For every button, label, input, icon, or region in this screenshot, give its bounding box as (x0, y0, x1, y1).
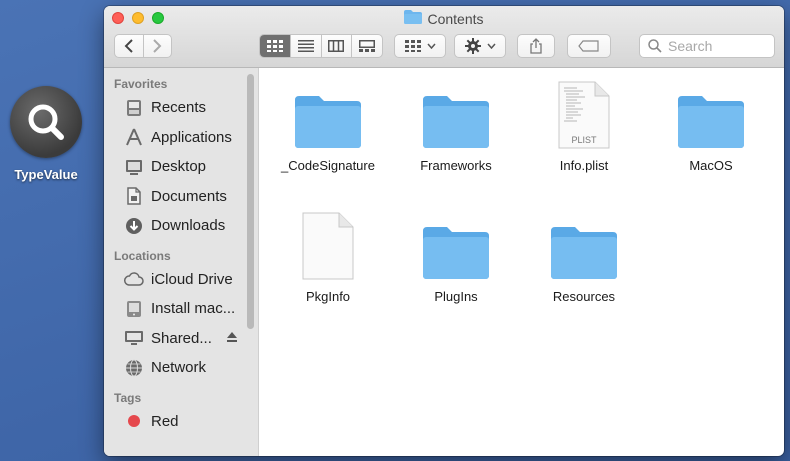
sidebar-item-label: Documents (151, 187, 227, 205)
plist-document-icon: PLIST (557, 80, 611, 150)
file-name: Resources (552, 289, 616, 304)
forward-button[interactable] (142, 35, 172, 57)
sidebar-item-tag-red[interactable]: Red (104, 407, 258, 437)
search-icon (648, 39, 662, 53)
sidebar-item-label: Desktop (151, 158, 207, 176)
column-view-button[interactable] (320, 35, 352, 57)
chevron-down-icon (426, 43, 436, 49)
sidebar-scrollbar[interactable] (247, 74, 254, 329)
file-item-plugins[interactable]: PlugIns (396, 211, 516, 304)
documents-icon (124, 186, 144, 206)
window-title: Contents (104, 10, 784, 27)
file-name: Frameworks (420, 158, 492, 173)
plist-badge: PLIST (571, 135, 597, 145)
magnifier-icon (10, 86, 82, 158)
desktop-icon (124, 157, 144, 177)
file-item-pkginfo[interactable]: PkgInfo (268, 211, 388, 304)
folder-icon (421, 80, 491, 150)
file-item-macos[interactable]: MacOS (651, 80, 771, 173)
file-item-frameworks[interactable]: Frameworks (396, 80, 516, 173)
file-grid: _CodeSignature Frameworks PLIST Info.pli… (259, 68, 784, 456)
file-name: _CodeSignature (281, 158, 375, 173)
chevron-down-icon (486, 43, 496, 49)
gear-icon (464, 38, 481, 54)
sidebar-item-label: Shared... (151, 329, 212, 347)
applications-icon (124, 127, 144, 147)
columns-icon (328, 40, 345, 52)
navigation-buttons (114, 34, 172, 58)
desktop-app-label: TypeValue (14, 167, 78, 182)
gallery-icon (359, 40, 376, 52)
sidebar-item-label: Install mac... (151, 300, 236, 318)
file-item-info-plist[interactable]: PLIST Info.plist (524, 80, 644, 173)
desktop-app-icon[interactable]: TypeValue (6, 86, 86, 182)
file-item-codesignature[interactable]: _CodeSignature (268, 80, 388, 173)
red-tag-dot-icon (124, 411, 144, 431)
sidebar: Favorites Recents Applications Desktop D… (104, 68, 259, 456)
group-grid-icon (404, 40, 421, 52)
gallery-view-button[interactable] (351, 35, 382, 57)
cloud-icon (124, 269, 144, 289)
sidebar-item-label: Recents (151, 99, 207, 117)
sidebar-item-documents[interactable]: Documents (104, 182, 258, 212)
window-body: Favorites Recents Applications Desktop D… (104, 68, 784, 456)
sidebar-item-network[interactable]: Network (104, 353, 258, 383)
chevron-right-icon (153, 39, 162, 53)
file-name: PlugIns (434, 289, 478, 304)
folder-icon (293, 80, 363, 150)
sidebar-item-install-disk[interactable]: Install mac... (104, 294, 258, 324)
file-name: Info.plist (559, 158, 609, 173)
folder-icon (549, 211, 619, 281)
group-button[interactable] (394, 34, 446, 58)
sidebar-item-applications[interactable]: Applications (104, 123, 258, 153)
sidebar-item-downloads[interactable]: Downloads (104, 211, 258, 241)
view-switcher (259, 34, 383, 58)
file-name: PkgInfo (305, 289, 351, 304)
list-view-button[interactable] (289, 35, 321, 57)
file-item-resources[interactable]: Resources (524, 211, 644, 304)
sidebar-item-icloud-drive[interactable]: iCloud Drive (104, 265, 258, 295)
chevron-left-icon (124, 39, 133, 53)
icon-view-button[interactable] (260, 35, 290, 57)
sidebar-header-favorites: Favorites (114, 77, 168, 91)
grid-icon (266, 40, 283, 52)
back-button[interactable] (115, 35, 143, 57)
sidebar-item-label: Downloads (151, 217, 226, 235)
file-name: MacOS (689, 158, 733, 173)
finder-window: Contents Search Favorites Recents Applic… (104, 6, 784, 456)
tag-icon (578, 40, 599, 52)
toolbar: Contents Search (104, 6, 784, 68)
tag-button[interactable] (567, 34, 611, 58)
search-placeholder: Search (668, 38, 713, 54)
sidebar-item-label: Red (151, 412, 179, 430)
disk-icon (124, 299, 144, 319)
sidebar-item-label: iCloud Drive (151, 270, 233, 288)
sidebar-item-recents[interactable]: Recents (104, 93, 258, 123)
recents-icon (124, 98, 144, 118)
display-icon (124, 328, 144, 348)
share-icon (530, 38, 542, 54)
eject-icon[interactable] (226, 331, 237, 345)
window-title-text: Contents (427, 10, 484, 27)
sidebar-header-tags: Tags (114, 390, 142, 405)
sidebar-header-locations: Locations (114, 248, 171, 263)
sidebar-item-label: Applications (151, 128, 232, 146)
network-icon (124, 358, 144, 378)
search-field[interactable]: Search (639, 34, 775, 58)
sidebar-item-shared[interactable]: Shared... (104, 324, 258, 354)
sidebar-item-label: Network (151, 359, 207, 377)
folder-icon (676, 80, 746, 150)
share-button[interactable] (517, 34, 555, 58)
downloads-icon (124, 216, 144, 236)
document-icon (301, 211, 355, 281)
sidebar-item-desktop[interactable]: Desktop (104, 152, 258, 182)
list-icon (297, 40, 314, 52)
folder-icon (421, 211, 491, 281)
folder-icon (404, 10, 423, 27)
action-button[interactable] (454, 34, 506, 58)
